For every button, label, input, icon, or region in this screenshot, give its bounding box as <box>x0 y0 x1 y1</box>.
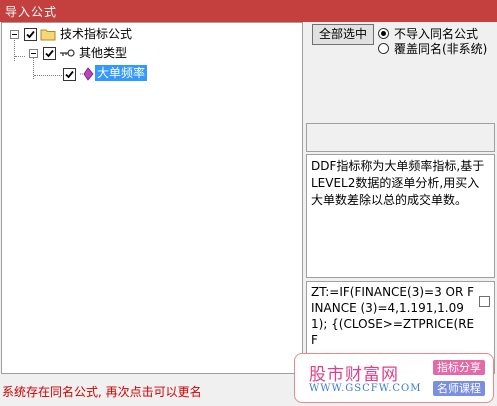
watermark-tag: 指标分享 <box>433 360 485 375</box>
tree-node-group[interactable]: 其他类型 <box>2 44 292 62</box>
root-checkbox[interactable] <box>24 28 37 41</box>
key-icon <box>59 47 75 62</box>
folder-icon <box>40 28 56 44</box>
watermark: 股市财富网 WWW.GSCFW.COM 指标分享 名师课程 <box>294 353 494 403</box>
watermark-tag: 名师课程 <box>433 381 485 396</box>
tree-node-leaf[interactable]: 大单频率 <box>2 65 292 83</box>
formula-tree[interactable]: 技术指标公式 其他类型 大单频率 <box>1 22 303 374</box>
status-message: 系统存在同名公式, 再次点击可以更名 <box>2 385 202 399</box>
tree-label-leaf: 大单频率 <box>95 65 148 81</box>
title-bar: 导入公式 <box>0 0 497 22</box>
select-all-button[interactable]: 全部选中 <box>312 24 374 45</box>
tree-label-root: 技术指标公式 <box>60 27 133 41</box>
collapse-icon[interactable] <box>29 49 38 58</box>
radio-label: 覆盖同名(非系统) <box>394 42 488 56</box>
group-checkbox[interactable] <box>43 47 56 60</box>
radio-button[interactable] <box>378 43 389 54</box>
description-box[interactable]: DDF指标称为大单频率指标,基于LEVEL2数据的逐单分析,用买入大单数差除以总… <box>306 154 495 278</box>
tree-label-group: 其他类型 <box>79 46 128 60</box>
tree-node-root[interactable]: 技术指标公式 <box>2 25 292 43</box>
code-checkbox[interactable] <box>479 296 490 307</box>
collapse-icon[interactable] <box>10 30 19 39</box>
radio-label: 不导入同名公式 <box>394 27 479 41</box>
description-text: DDF指标称为大单频率指标,基于LEVEL2数据的逐单分析,用买入大单数差除以总… <box>311 159 485 207</box>
watermark-url: WWW.GSCFW.COM <box>309 383 422 394</box>
leaf-checkbox[interactable] <box>63 68 76 81</box>
formula-code-text: ZT:=IF(FINANCE(3)=3 OR FINANCE (3)=4,1.1… <box>311 285 475 347</box>
watermark-brand: 股市财富网 <box>309 365 399 385</box>
radio-button[interactable] <box>378 28 389 39</box>
formula-name-field[interactable] <box>306 123 495 152</box>
formula-icon <box>80 67 94 84</box>
window-title: 导入公式 <box>5 5 58 19</box>
